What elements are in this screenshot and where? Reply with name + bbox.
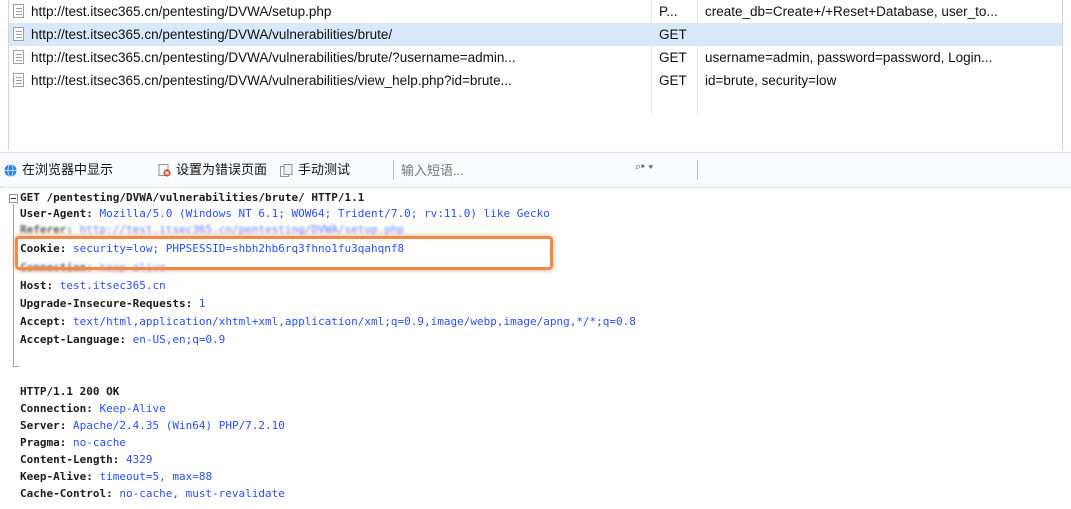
request-row[interactable]: http://test.itsec365.cn/pentesting/DVWA/… [9, 46, 1062, 69]
request-row[interactable]: http://test.itsec365.cn/pentesting/DVWA/… [9, 69, 1062, 92]
response-header-line: Content-Length: 4329 [20, 453, 153, 466]
request-header-line: Host: test.itsec365.cn [20, 279, 166, 292]
request-params: create_db=Create+/+Reset+Database, user_… [705, 4, 998, 19]
request-header-line: Accept-Language: en-US,en;q=0.9 [20, 333, 226, 346]
response-header-line: Keep-Alive: timeout=5, max=88 [20, 470, 213, 483]
request-header-line: User-Agent: Mozilla/5.0 (Windows NT 6.1;… [20, 207, 550, 220]
request-row-selected[interactable]: http://test.itsec365.cn/pentesting/DVWA/… [9, 23, 1062, 46]
tree-guide [13, 204, 14, 366]
request-list: http://test.itsec365.cn/pentesting/DVWA/… [8, 0, 1063, 150]
document-icon [13, 4, 24, 18]
set-error-page-label: 设置为错误页面 [176, 162, 268, 177]
phrase-search-box[interactable]: ⌕▸ ▾ [398, 159, 698, 181]
tree-guide-end [13, 366, 19, 367]
response-header-line: Server: Apache/2.4.35 (Win64) PHP/7.2.10 [20, 419, 285, 432]
request-params: username=admin, password=password, Login… [705, 50, 993, 65]
manual-test-label: 手动测试 [298, 162, 351, 177]
cookie-highlight-box [15, 236, 553, 270]
request-url: http://test.itsec365.cn/pentesting/DVWA/… [31, 4, 332, 19]
document-icon [13, 50, 24, 64]
request-method: GET [659, 27, 687, 42]
request-url: http://test.itsec365.cn/pentesting/DVWA/… [31, 27, 393, 42]
response-header-line: Connection: Keep-Alive [20, 402, 166, 415]
copy-page-icon [280, 164, 293, 177]
toolbar-separator [697, 160, 698, 180]
request-method: P... [659, 4, 678, 19]
show-in-browser-label: 在浏览器中显示 [22, 162, 114, 177]
globe-icon [4, 164, 17, 177]
document-icon [13, 27, 24, 41]
request-row[interactable]: http://test.itsec365.cn/pentesting/DVWA/… [9, 0, 1062, 23]
request-header-line: Upgrade-Insecure-Requests: 1 [20, 297, 206, 310]
request-url: http://test.itsec365.cn/pentesting/DVWA/… [31, 50, 516, 65]
request-params: id=brute, security=low [705, 73, 837, 88]
phrase-search-input[interactable] [399, 160, 603, 180]
collapse-toggle-icon[interactable] [9, 194, 18, 203]
raw-view-toolbar: 在浏览器中显示 设置为错误页面 手动测试 ⌕▸ ▾ [0, 152, 1071, 188]
request-line: GET /pentesting/DVWA/vulnerabilities/bru… [20, 191, 365, 204]
response-status-line: HTTP/1.1 200 OK [20, 385, 120, 398]
request-method: GET [659, 73, 687, 88]
request-url: http://test.itsec365.cn/pentesting/DVWA/… [31, 73, 512, 88]
document-icon [13, 73, 24, 87]
request-method: GET [659, 50, 687, 65]
response-header-line: Pragma: no-cache [20, 436, 126, 449]
page-error-icon [158, 164, 171, 177]
request-header-line: Accept: text/html,application/xhtml+xml,… [20, 315, 636, 328]
toolbar-separator [393, 160, 394, 180]
search-options-dropdown[interactable]: ⌕▸ ▾ [635, 161, 653, 174]
response-header-line: Cache-Control: no-cache, must-revalidate [20, 487, 285, 500]
